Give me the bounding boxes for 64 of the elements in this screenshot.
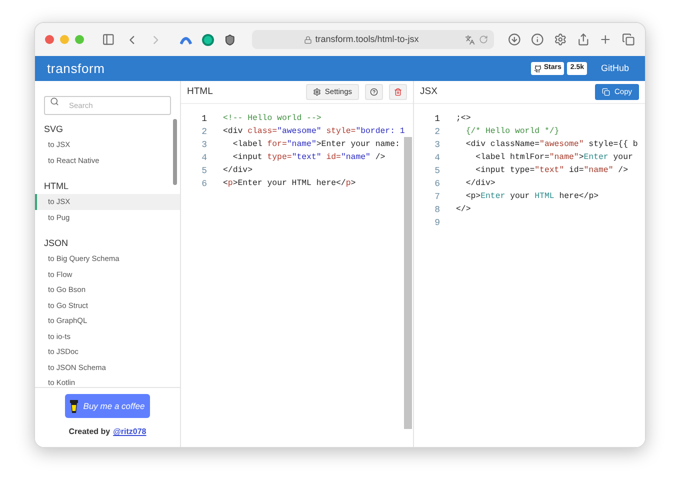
- line-number: 1: [200, 112, 207, 126]
- credit-text: Created by: [68, 426, 110, 438]
- line-number: 9: [434, 216, 440, 230]
- address-field[interactable]: transform.tools/html-to-jsx: [252, 30, 494, 49]
- sidebar-icon[interactable]: [102, 33, 115, 46]
- help-button[interactable]: [365, 84, 383, 100]
- section-heading: SVG: [43, 123, 64, 136]
- reload-icon[interactable]: [479, 35, 488, 44]
- line-number: 5: [434, 164, 440, 178]
- arc-icon[interactable]: [180, 34, 192, 44]
- code-line: <p>Enter your HTML here</p>: [223, 178, 356, 190]
- code-line: <!-- Hello world -->: [223, 113, 322, 126]
- github-link[interactable]: GitHub: [600, 62, 629, 76]
- translate-icon[interactable]: [465, 34, 476, 44]
- coffee-cup-icon: [70, 400, 78, 412]
- help-icon: [370, 88, 378, 96]
- search-icon: [50, 97, 59, 106]
- coffee-button[interactable]: Buy me a coffee: [65, 394, 150, 418]
- line-number: 4: [434, 152, 440, 165]
- panel-title: HTML: [187, 84, 213, 99]
- code-line: {/* Hello world */}: [464, 126, 560, 138]
- line-number: 4: [200, 152, 207, 165]
- author-link[interactable]: @ritz078: [113, 426, 146, 438]
- code-line: </div>: [464, 178, 496, 190]
- line-number: 5: [200, 164, 207, 178]
- code-line: <p>Enter your HTML here</p>: [464, 191, 599, 204]
- code-line: <input type="text" id="name" />: [232, 152, 386, 164]
- trash-icon: [394, 88, 402, 96]
- code-line: <input type="text" id="name" />: [474, 165, 628, 178]
- github-icon: [534, 64, 542, 72]
- settings-icon[interactable]: [554, 33, 567, 46]
- code-line: <label for="name">Enter your name:: [232, 139, 400, 152]
- line-number: 6: [434, 178, 440, 191]
- section-heading: HTML: [43, 180, 70, 194]
- line-number: 3: [200, 138, 207, 152]
- line-number: 1: [434, 112, 440, 126]
- code-line: <label htmlFor="name">Enter your: [474, 152, 633, 164]
- line-number: 7: [434, 190, 440, 204]
- info-icon[interactable]: [531, 33, 544, 46]
- code-line: </>: [456, 204, 471, 216]
- code-line: </div>: [223, 165, 252, 178]
- line-number: 6: [200, 178, 207, 191]
- copy-icon: [602, 88, 610, 96]
- line-number: 8: [434, 204, 440, 217]
- line-number: 2: [434, 126, 440, 139]
- tabs-icon[interactable]: [622, 33, 635, 46]
- share-icon[interactable]: [576, 33, 590, 46]
- line-number: 3: [434, 138, 440, 152]
- download-icon[interactable]: [508, 33, 522, 46]
- line-number: 2: [200, 126, 207, 139]
- new-tab-icon[interactable]: [599, 33, 612, 46]
- panel-title: JSX: [420, 84, 438, 99]
- section-heading: JSON: [43, 237, 70, 250]
- code-line: ;<>: [456, 113, 471, 126]
- gear-icon: [312, 88, 321, 96]
- scrollbar[interactable]: [173, 119, 177, 185]
- code-line: <div class="awesome" style="border: 1: [223, 126, 405, 138]
- code-line: <div className="awesome" style={{ b: [464, 139, 638, 152]
- url-text: transform.tools/html-to-jsx: [315, 32, 419, 46]
- delete-button[interactable]: [389, 84, 407, 100]
- scrollbar[interactable]: [404, 137, 412, 429]
- logo[interactable]: transform: [47, 58, 105, 78]
- shield-icon[interactable]: [224, 34, 236, 46]
- lock-icon: [304, 36, 312, 44]
